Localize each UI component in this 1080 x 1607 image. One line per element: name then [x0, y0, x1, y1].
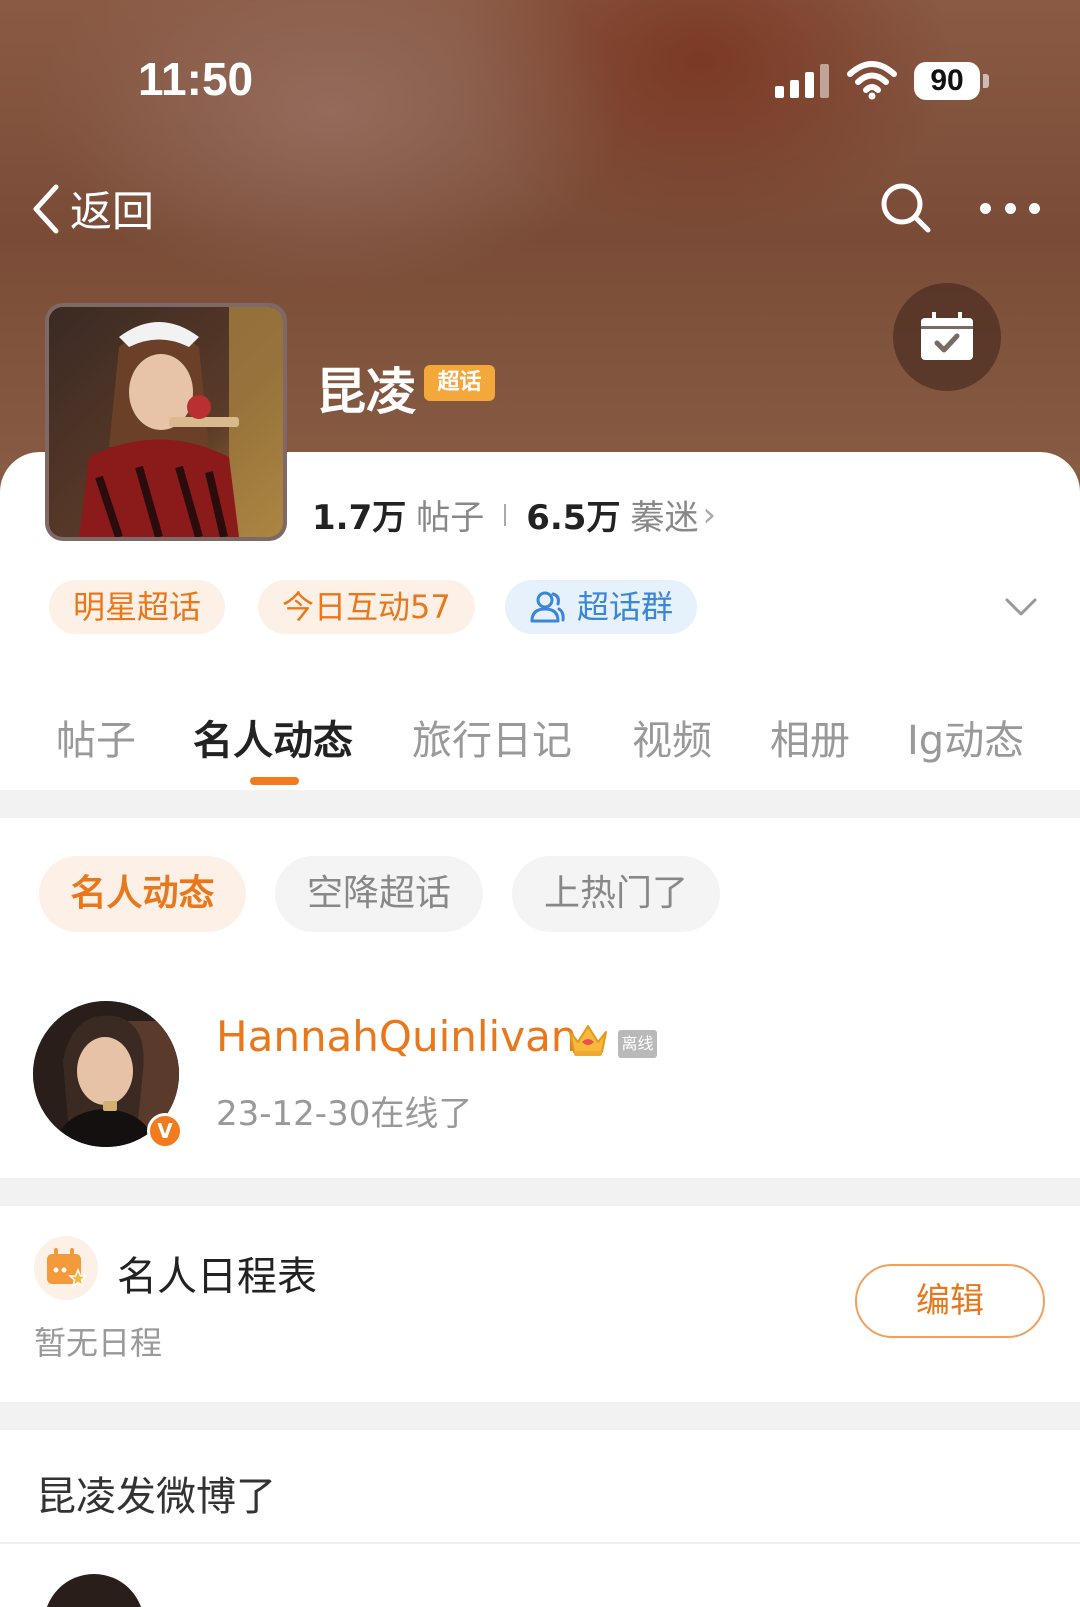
- chip-celebrity-topic[interactable]: 明星超话: [49, 580, 226, 634]
- back-label: 返回: [70, 187, 155, 236]
- status-time: 11:50: [138, 53, 254, 105]
- offline-badge: 离线: [618, 1030, 657, 1058]
- schedule-icon: [34, 1236, 98, 1300]
- cover-photo: [49, 307, 283, 537]
- topic-stats: 1.7万 帖子 6.5万 蓁迷 ›: [312, 490, 716, 539]
- battery-indicator: 90: [914, 62, 980, 100]
- chevron-down-icon[interactable]: [1003, 592, 1039, 620]
- tab-videos[interactable]: 视频: [632, 708, 712, 766]
- topic-cover-image[interactable]: [45, 303, 287, 541]
- last-online-text: 23-12-30在线了: [216, 1094, 473, 1134]
- group-icon: [530, 591, 565, 623]
- checkin-button[interactable]: [893, 283, 1001, 391]
- section-divider: [0, 1178, 1080, 1206]
- posted-section: 昆凌发微博了: [0, 1430, 1080, 1607]
- topic-type-badge: 超话: [424, 365, 495, 401]
- battery-tip: [983, 74, 989, 88]
- nav-bar: 返回: [0, 170, 1080, 250]
- chip-topic-group[interactable]: 超话群: [505, 580, 698, 634]
- celebrity-section: 名人动态 空降超话 上热门了 V HannahQuinlivan 离线 23-1…: [0, 818, 1080, 1178]
- subtab-airdrop-topic[interactable]: 空降超话: [275, 856, 483, 932]
- schedule-section: 名人日程表 暂无日程 编辑: [0, 1206, 1080, 1402]
- tab-active-indicator: [250, 777, 299, 785]
- dot-icon: [1004, 202, 1016, 214]
- tab-bar: 帖子 名人动态 旅行日记 视频 相册 Ig动态: [0, 700, 1080, 790]
- tab-ig-updates[interactable]: Ig动态: [907, 708, 1024, 766]
- chevron-right-icon[interactable]: ›: [702, 495, 716, 535]
- tab-posts[interactable]: 帖子: [56, 708, 136, 766]
- schedule-title: 名人日程表: [117, 1254, 317, 1300]
- back-button[interactable]: 返回: [30, 178, 154, 239]
- wifi-icon: [847, 61, 897, 100]
- calendar-check-icon: [921, 312, 973, 360]
- celebrity-name[interactable]: HannahQuinlivan: [216, 1012, 577, 1061]
- subtab-trending[interactable]: 上热门了: [512, 856, 720, 932]
- schedule-empty-text: 暂无日程: [34, 1324, 163, 1362]
- posts-count: 1.7万: [312, 498, 407, 538]
- chevron-left-icon: [33, 184, 59, 233]
- section-divider: [0, 790, 1080, 818]
- more-options-button[interactable]: [980, 198, 1040, 218]
- topic-name: 昆凌: [316, 363, 416, 421]
- dot-icon: [980, 202, 991, 214]
- fans-count[interactable]: 6.5万: [526, 490, 620, 539]
- dot-icon: [1029, 202, 1040, 214]
- stats-separator: [504, 503, 507, 526]
- fans-label[interactable]: 蓁迷: [630, 490, 698, 539]
- search-icon[interactable]: [878, 180, 934, 236]
- subtab-celebrity-updates[interactable]: 名人动态: [39, 856, 246, 932]
- status-bar: 11:50 90: [0, 0, 1080, 150]
- chip-today-interactions[interactable]: 今日互动57: [258, 580, 475, 634]
- posted-section-title: 昆凌发微博了: [36, 1474, 276, 1520]
- posts-label: 帖子: [416, 498, 485, 538]
- section-divider: [0, 1402, 1080, 1430]
- tab-travel-diary[interactable]: 旅行日记: [412, 708, 572, 766]
- verified-badge: V: [147, 1113, 183, 1149]
- cellular-signal-icon: [775, 64, 831, 98]
- tab-album[interactable]: 相册: [770, 708, 850, 766]
- crown-icon: [569, 1025, 607, 1056]
- chip-topic-group-label: 超话群: [577, 588, 674, 626]
- edit-schedule-button[interactable]: 编辑: [855, 1264, 1045, 1338]
- tab-celebrity-updates[interactable]: 名人动态: [193, 708, 353, 766]
- post-author-avatar[interactable]: [44, 1574, 144, 1607]
- section-divider-line: [0, 1542, 1080, 1544]
